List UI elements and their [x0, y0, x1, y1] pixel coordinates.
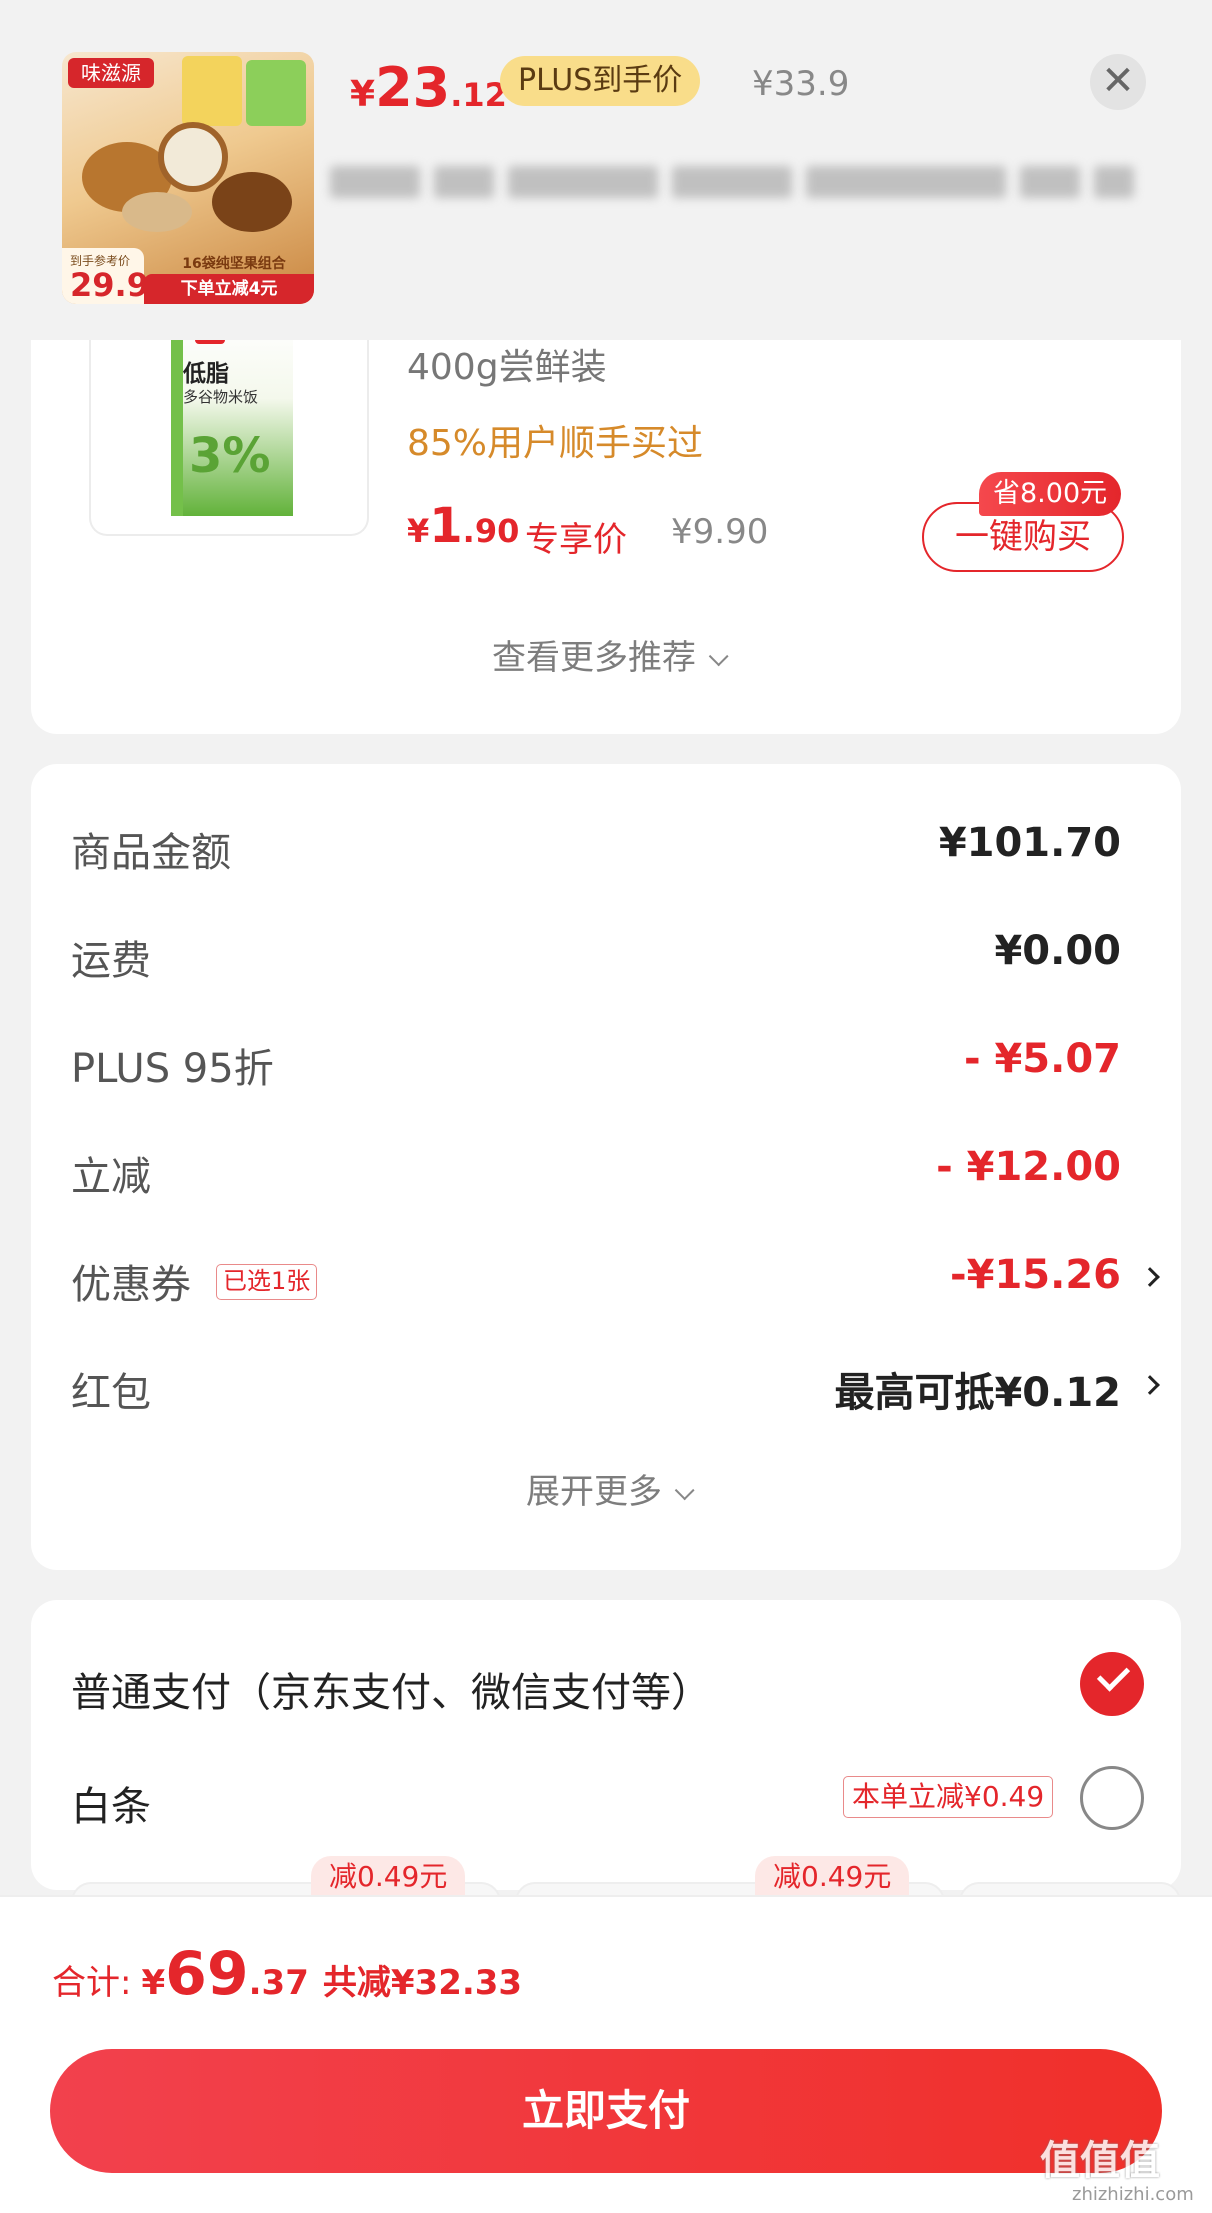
payment-option-normal[interactable]: 普通支付（京东支付、微信支付等）: [31, 1648, 1181, 1718]
radio-unchecked-icon[interactable]: [1080, 1766, 1144, 1830]
brand-logo: 味滋源: [68, 58, 154, 88]
total-saved: 共减¥32.33: [322, 1963, 523, 2003]
summary-row-shipping: 运费 ¥0.00: [71, 928, 1121, 984]
watermark-logo: 值值值: [1040, 2138, 1160, 2184]
price-summary-card: 商品金额 ¥101.70 运费 ¥0.00 PLUS 95折 - ¥5.07 立…: [31, 764, 1181, 1570]
recommended-original-price: ¥9.90: [671, 512, 769, 552]
expand-more-link[interactable]: 展开更多: [31, 1464, 1181, 1513]
order-total: 合计: ¥69.37 共减¥32.33: [52, 1939, 523, 2009]
summary-row-red-packet[interactable]: 红包 最高可抵¥0.12: [31, 1354, 1181, 1416]
macadamia-image: [158, 122, 228, 192]
blurred-product-title: [330, 160, 1160, 204]
close-button[interactable]: ✕: [1090, 54, 1146, 110]
thumbnail-promo-band: 下单立减4元: [144, 274, 314, 304]
chevron-down-icon: [674, 1480, 695, 1501]
rice-pack-image: [171, 320, 293, 516]
summary-row-plus-discount: PLUS 95折 - ¥5.07: [71, 1036, 1121, 1092]
recommended-bought-text: 85%用户顺手买过: [407, 423, 704, 464]
watermark-url: zhizhizhi.com: [1072, 2184, 1194, 2205]
pistachio-image: [122, 192, 192, 232]
snack-pack-image: [182, 56, 242, 126]
close-icon: ✕: [1101, 58, 1135, 104]
save-badge: 省8.00元: [979, 472, 1122, 516]
installment-discount-badge: 减0.49元: [311, 1856, 466, 1898]
installment-discount-badge: 减0.49元: [755, 1856, 910, 1898]
product-thumbnail[interactable]: 味滋源 到手参考价 29.9 16袋纯坚果组合 下单立减4元: [62, 52, 314, 304]
chevron-right-icon: [1140, 1375, 1160, 1395]
header-price: ¥23.12: [350, 56, 507, 119]
recommended-spec: 400g尝鲜装: [407, 347, 607, 388]
coupon-selected-chip: 已选1张: [216, 1264, 318, 1300]
recommended-price: ¥1.90: [407, 498, 520, 554]
recommended-product-image[interactable]: 低脂 多谷物米饭 3%: [89, 320, 369, 536]
recommendation-card: 低脂 多谷物米饭 3% 400g尝鲜装 85%用户顺手买过 ¥1.90 专享价 …: [31, 290, 1181, 734]
payment-method-card: 普通支付（京东支付、微信支付等） 白条 本单立减¥0.49 减0.49元 减0.…: [31, 1600, 1181, 1912]
product-header: 味滋源 到手参考价 29.9 16袋纯坚果组合 下单立减4元 ¥23.12 PL…: [0, 0, 1212, 340]
header-original-price: ¥33.9: [752, 64, 850, 104]
summary-row-coupon[interactable]: 优惠券 已选1张 -¥15.26: [31, 1246, 1181, 1308]
radio-checked-icon[interactable]: [1080, 1652, 1144, 1716]
checkout-footer: 合计: ¥69.37 共减¥32.33 立即支付: [0, 1895, 1212, 2213]
baitiao-discount-tag: 本单立减¥0.49: [843, 1776, 1054, 1818]
thumbnail-combo-text: 16袋纯坚果组合: [182, 256, 286, 272]
thumbnail-price-tag: 到手参考价 29.9: [62, 248, 149, 304]
exclusive-price-label: 专享价: [525, 520, 627, 560]
summary-row-goods-amount: 商品金额 ¥101.70: [71, 820, 1121, 876]
walnut-image: [212, 172, 292, 232]
snack-pack-image: [246, 60, 306, 126]
chevron-right-icon: [1140, 1267, 1160, 1287]
summary-row-instant-discount: 立减 - ¥12.00: [71, 1144, 1121, 1200]
more-recommendations-link[interactable]: 查看更多推荐: [31, 630, 1181, 679]
pay-now-button[interactable]: 立即支付: [50, 2049, 1162, 2173]
chevron-down-icon: [708, 646, 729, 667]
plus-price-tag: PLUS到手价: [500, 56, 701, 106]
